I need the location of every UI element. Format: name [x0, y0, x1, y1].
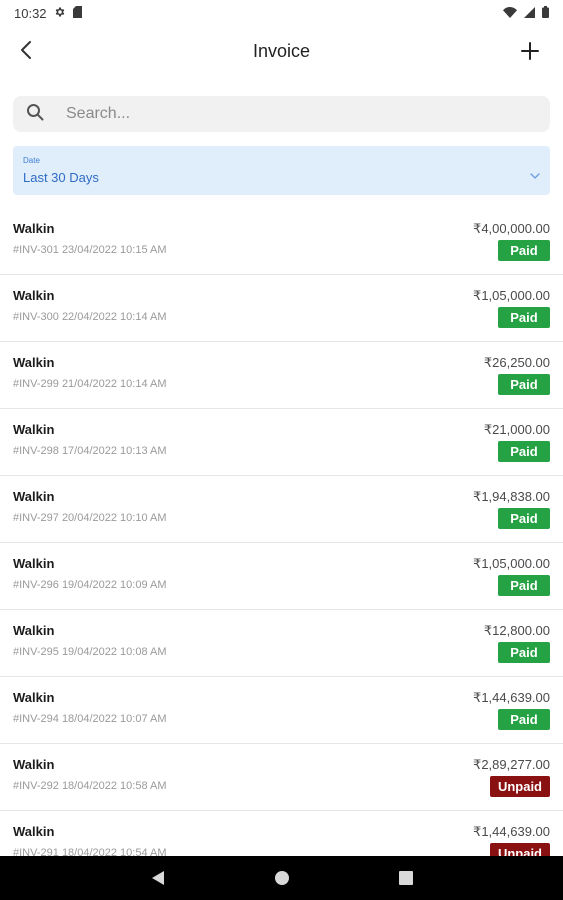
invoice-amount: ₹21,000.00	[483, 422, 550, 437]
search-bar[interactable]	[13, 96, 550, 132]
page-title: Invoice	[252, 41, 311, 61]
invoice-row[interactable]: Walkin #INV-300 22/04/2022 10:14 AM ₹1,05,…	[0, 275, 563, 342]
wifi-icon	[503, 6, 517, 21]
invoice-list: Walkin #INV-301 23/04/2022 10:15 AM ₹4,00,…	[0, 208, 563, 878]
invoice-number: #INV-294	[13, 713, 59, 725]
invoice-number: #INV-299	[13, 378, 59, 390]
status-bar: 10:32	[0, 0, 563, 26]
status-badge: Paid	[498, 642, 550, 663]
invoice-datetime: 21/04/2022 10:14 AM	[61, 378, 167, 390]
invoice-amount: ₹26,250.00	[483, 355, 550, 370]
invoice-number: #INV-296	[13, 579, 59, 591]
invoice-number: #INV-298	[13, 445, 59, 457]
customer-name: Walkin	[13, 690, 55, 705]
status-badge: Paid	[498, 307, 550, 328]
back-triangle-icon[interactable]	[146, 866, 170, 890]
home-circle-icon[interactable]	[270, 866, 294, 890]
invoice-meta: #INV-300 22/04/2022 10:14 AM	[13, 311, 167, 323]
invoice-amount: ₹1,44,639.00	[473, 824, 550, 839]
invoice-meta: #INV-294 18/04/2022 10:07 AM	[13, 713, 167, 725]
invoice-amount: ₹12,800.00	[483, 623, 550, 638]
invoice-datetime: 19/04/2022 10:09 AM	[61, 579, 167, 591]
date-filter-dropdown[interactable]: Date Last 30 Days	[13, 146, 550, 195]
customer-name: Walkin	[13, 489, 55, 504]
battery-icon	[542, 5, 549, 21]
invoice-number: #INV-300	[13, 311, 59, 323]
invoice-meta: #INV-301 23/04/2022 10:15 AM	[13, 244, 167, 256]
invoice-datetime: 18/04/2022 10:58 AM	[61, 780, 167, 792]
status-badge: Paid	[498, 441, 550, 462]
date-filter-value: Last 30 Days	[23, 170, 99, 185]
invoice-datetime: 23/04/2022 10:15 AM	[61, 244, 167, 256]
status-badge: Paid	[498, 575, 550, 596]
invoice-meta: #INV-299 21/04/2022 10:14 AM	[13, 378, 167, 390]
status-badge: Paid	[498, 374, 550, 395]
invoice-row[interactable]: Walkin #INV-299 21/04/2022 10:14 AM ₹26,25…	[0, 342, 563, 409]
add-invoice-button[interactable]	[515, 38, 545, 68]
invoice-row[interactable]: Walkin #INV-301 23/04/2022 10:15 AM ₹4,00,…	[0, 208, 563, 275]
customer-name: Walkin	[13, 556, 55, 571]
customer-name: Walkin	[13, 221, 55, 236]
signal-icon	[524, 6, 535, 21]
invoice-meta: #INV-296 19/04/2022 10:09 AM	[13, 579, 167, 591]
recents-square-icon[interactable]	[394, 866, 418, 890]
invoice-screen: 10:32 Invoice Search... Date Last 30 Day…	[0, 0, 563, 900]
invoice-meta: #INV-292 18/04/2022 10:58 AM	[13, 780, 167, 792]
invoice-meta: #INV-297 20/04/2022 10:10 AM	[13, 512, 167, 524]
invoice-meta: #INV-298 17/04/2022 10:13 AM	[13, 445, 167, 457]
invoice-number: #INV-292	[13, 780, 59, 792]
invoice-row[interactable]: Walkin #INV-292 18/04/2022 10:58 AM ₹2,89,…	[0, 744, 563, 811]
customer-name: Walkin	[13, 757, 55, 772]
invoice-row[interactable]: Walkin #INV-294 18/04/2022 10:07 AM ₹1,44,…	[0, 677, 563, 744]
invoice-datetime: 19/04/2022 10:08 AM	[61, 646, 167, 658]
status-badge: Paid	[498, 709, 550, 730]
invoice-row[interactable]: Walkin #INV-296 19/04/2022 10:09 AM ₹1,05,…	[0, 543, 563, 610]
invoice-amount: ₹4,00,000.00	[473, 221, 550, 236]
invoice-amount: ₹2,89,277.00	[473, 757, 550, 772]
invoice-datetime: 18/04/2022 10:07 AM	[61, 713, 167, 725]
gear-icon	[54, 6, 66, 21]
plus-icon	[521, 41, 539, 65]
search-icon	[26, 103, 44, 126]
invoice-datetime: 22/04/2022 10:14 AM	[61, 311, 167, 323]
invoice-row[interactable]: Walkin #INV-297 20/04/2022 10:10 AM ₹1,94,…	[0, 476, 563, 543]
sim-card-icon	[72, 5, 83, 21]
invoice-number: #INV-295	[13, 646, 59, 658]
invoice-amount: ₹1,05,000.00	[473, 288, 550, 303]
invoice-number: #INV-301	[13, 244, 59, 256]
search-input[interactable]	[64, 104, 508, 124]
customer-name: Walkin	[13, 824, 55, 839]
customer-name: Walkin	[13, 288, 55, 303]
invoice-datetime: 20/04/2022 10:10 AM	[61, 512, 167, 524]
invoice-number: #INV-297	[13, 512, 59, 524]
system-nav-bar	[0, 856, 563, 900]
invoice-datetime: 17/04/2022 10:13 AM	[61, 445, 167, 457]
customer-name: Walkin	[13, 422, 55, 437]
invoice-amount: ₹1,94,838.00	[473, 489, 550, 504]
customer-name: Walkin	[13, 355, 55, 370]
invoice-amount: ₹1,44,639.00	[473, 690, 550, 705]
chevron-down-icon	[530, 166, 540, 184]
status-badge: Paid	[498, 240, 550, 261]
status-badge: Unpaid	[489, 776, 550, 797]
date-filter-label: Date	[23, 156, 40, 165]
invoice-row[interactable]: Walkin #INV-295 19/04/2022 10:08 AM ₹12,80…	[0, 610, 563, 677]
customer-name: Walkin	[13, 623, 55, 638]
app-bar: Invoice	[0, 26, 563, 82]
invoice-amount: ₹1,05,000.00	[473, 556, 550, 571]
status-badge: Paid	[498, 508, 550, 529]
invoice-meta: #INV-295 19/04/2022 10:08 AM	[13, 646, 167, 658]
status-time: 10:32	[14, 5, 47, 21]
invoice-row[interactable]: Walkin #INV-298 17/04/2022 10:13 AM ₹21,00…	[0, 409, 563, 476]
